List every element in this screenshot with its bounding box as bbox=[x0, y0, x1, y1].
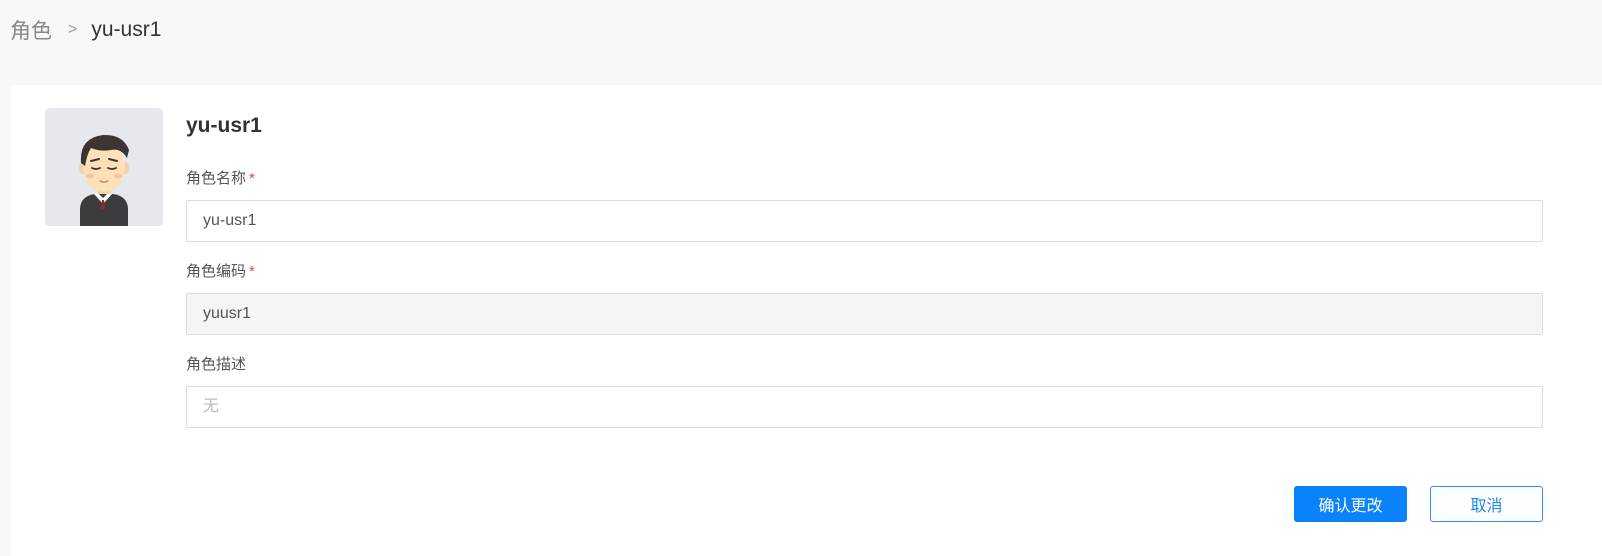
user-avatar-icon bbox=[79, 134, 129, 226]
breadcrumb-current: yu-usr1 bbox=[91, 18, 162, 41]
required-mark: * bbox=[249, 170, 255, 187]
confirm-change-button[interactable]: 确认更改 bbox=[1294, 486, 1407, 522]
cancel-button[interactable]: 取消 bbox=[1430, 486, 1543, 522]
role-name-label: 角色名称 * bbox=[186, 169, 1543, 189]
role-code-label-text: 角色编码 bbox=[186, 263, 247, 280]
role-title: yu-usr1 bbox=[186, 114, 262, 137]
breadcrumb: 角色 > yu-usr1 bbox=[10, 13, 161, 47]
role-edit-card: yu-usr1 角色名称* 角色编码* 角色描述 确认更改 取消 bbox=[10, 85, 1602, 556]
role-name-label-text: 角色名称 bbox=[186, 170, 247, 187]
required-mark: * bbox=[249, 263, 255, 280]
role-code-input bbox=[186, 293, 1543, 335]
role-description-input[interactable] bbox=[186, 386, 1543, 428]
role-code-label: 角色编码 * bbox=[186, 262, 1543, 282]
page: 角色 > yu-usr1 yu-usr1 角色名称 * yu-usr1 角色编码… bbox=[0, 0, 1602, 556]
role-description-label: 角色描述 bbox=[186, 356, 247, 373]
role-name-input[interactable] bbox=[186, 200, 1543, 242]
breadcrumb-separator: > bbox=[68, 21, 78, 38]
breadcrumb-parent-link[interactable]: 角色 bbox=[10, 15, 52, 45]
avatar bbox=[45, 108, 163, 226]
role-form: yu-usr1 角色名称* 角色编码* 角色描述 bbox=[186, 111, 1543, 428]
